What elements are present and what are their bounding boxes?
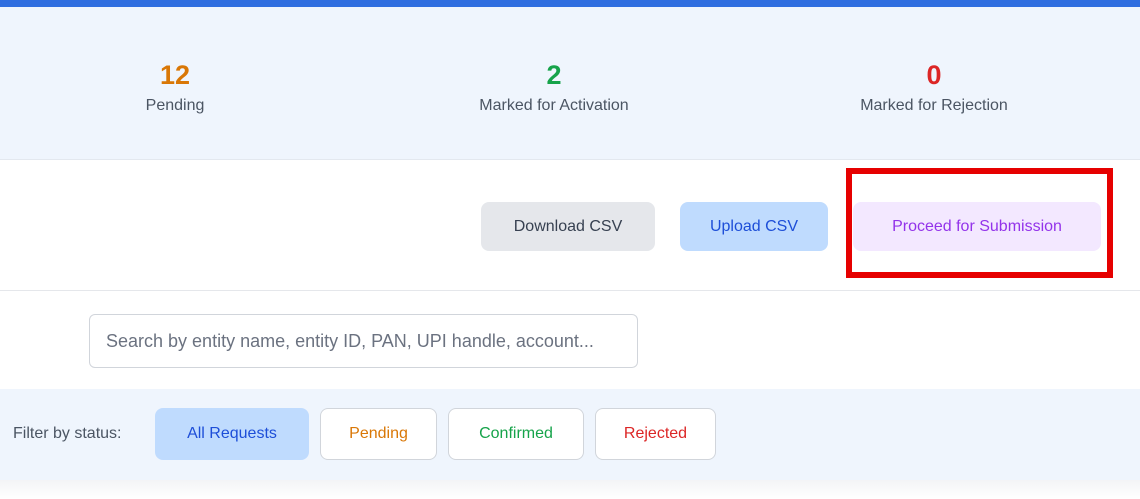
stat-rejection-label: Marked for Rejection bbox=[860, 97, 1008, 114]
filter-chip-all-requests[interactable]: All Requests bbox=[155, 408, 309, 460]
stat-activation-label: Marked for Activation bbox=[479, 97, 629, 114]
search-section bbox=[0, 292, 1140, 389]
actions-bar: Download CSV Upload CSV Proceed for Subm… bbox=[0, 161, 1140, 291]
proceed-for-submission-button[interactable]: Proceed for Submission bbox=[853, 202, 1101, 251]
search-input[interactable] bbox=[89, 314, 638, 368]
filter-bar: Filter by status: All Requests Pending C… bbox=[0, 389, 1140, 480]
filter-chip-confirmed[interactable]: Confirmed bbox=[448, 408, 584, 460]
stat-activation: 2 Marked for Activation bbox=[404, 59, 704, 115]
download-csv-button[interactable]: Download CSV bbox=[481, 202, 655, 251]
stat-pending: 12 Pending bbox=[25, 59, 325, 115]
top-accent-bar bbox=[0, 0, 1140, 7]
stat-pending-label: Pending bbox=[145, 97, 205, 114]
filter-chip-pending[interactable]: Pending bbox=[320, 408, 437, 460]
stats-panel: 12 Pending 2 Marked for Activation 0 Mar… bbox=[0, 7, 1140, 160]
upload-csv-button[interactable]: Upload CSV bbox=[680, 202, 828, 251]
stat-activation-count: 2 bbox=[546, 60, 562, 90]
bottom-divider bbox=[0, 480, 1140, 499]
stat-rejection-count: 0 bbox=[926, 60, 942, 90]
stat-pending-count: 12 bbox=[159, 60, 191, 90]
filter-label: Filter by status: bbox=[13, 425, 122, 442]
filter-chip-rejected[interactable]: Rejected bbox=[595, 408, 716, 460]
stat-rejection: 0 Marked for Rejection bbox=[784, 59, 1084, 115]
